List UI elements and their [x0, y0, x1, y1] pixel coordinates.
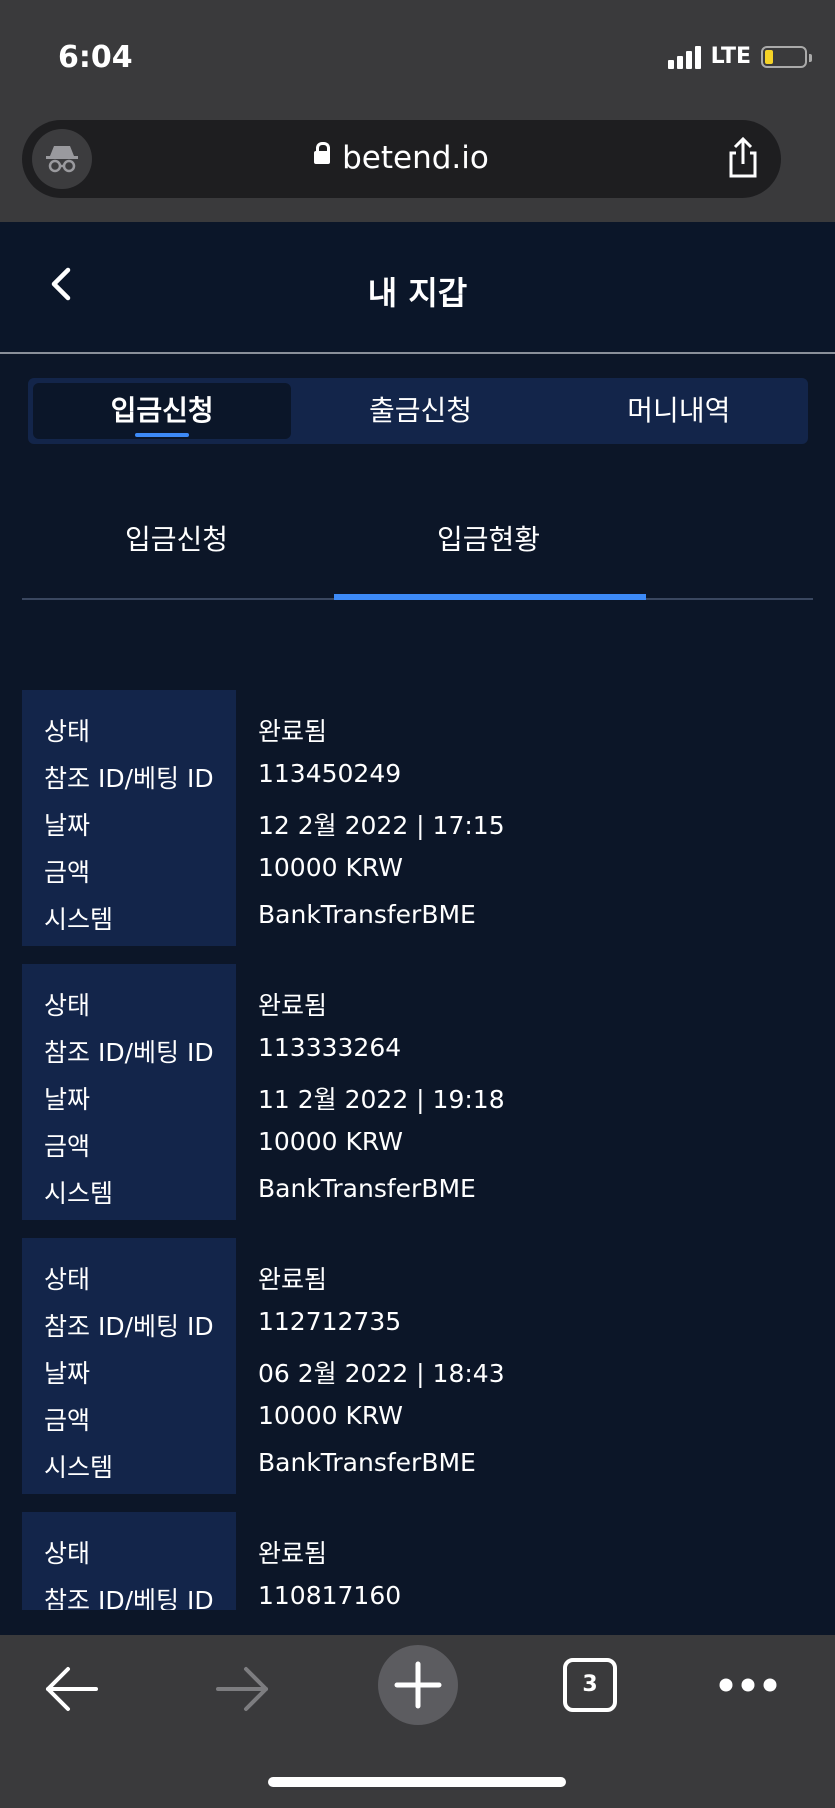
label-ref-id: 참조 ID/베팅 ID	[44, 1312, 214, 1341]
label-system: 시스템	[44, 1179, 114, 1208]
value-ref-id: 113450249	[258, 759, 402, 788]
label-system: 시스템	[44, 905, 114, 934]
value-system: BankTransferBME	[258, 1448, 476, 1477]
arrow-right-icon[interactable]	[214, 1661, 272, 1721]
value-amount: 10000 KRW	[258, 853, 403, 882]
value-ref-id: 113333264	[258, 1033, 402, 1062]
url-text: betend.io	[342, 140, 489, 176]
subtab-deposit-status[interactable]: 입금현황	[437, 518, 540, 558]
value-ref-id: 112712735	[258, 1307, 402, 1336]
label-date: 날짜	[44, 811, 91, 840]
value-date: 06 2월 2022 | 18:43	[258, 1359, 505, 1388]
subtab-deposit-request[interactable]: 입금신청	[125, 518, 228, 558]
share-icon[interactable]	[721, 136, 765, 180]
tab-withdraw-request[interactable]: 출금신청	[291, 378, 549, 444]
lock-icon	[314, 142, 331, 164]
tab-money-history[interactable]: 머니내역	[550, 378, 808, 444]
value-system: BankTransferBME	[258, 1174, 476, 1203]
label-status: 상태	[44, 991, 91, 1020]
battery-icon	[761, 45, 812, 68]
network-type: LTE	[710, 44, 751, 69]
value-amount: 10000 KRW	[258, 1401, 403, 1430]
value-system: BankTransferBME	[258, 900, 476, 929]
deposit-record: 상태 참조 ID/베팅 ID 날짜 금액 시스템 완료됨 112712735 0…	[22, 1238, 813, 1494]
plus-icon[interactable]	[377, 1644, 459, 1730]
label-amount: 금액	[44, 1132, 91, 1161]
address-bar[interactable]: betend.io	[22, 120, 781, 198]
browser-toolbar: 3	[0, 1635, 835, 1808]
label-status: 상태	[44, 717, 91, 746]
label-ref-id: 참조 ID/베팅 ID	[44, 764, 214, 793]
value-status: 완료됨	[258, 991, 328, 1020]
deposit-records-list: 상태 참조 ID/베팅 ID 날짜 금액 시스템 완료됨 113450249 1…	[0, 600, 835, 1610]
value-date: 12 2월 2022 | 17:15	[258, 811, 505, 840]
label-status: 상태	[44, 1539, 91, 1568]
label-status: 상태	[44, 1265, 91, 1294]
status-time: 6:04	[58, 40, 133, 75]
label-date: 날짜	[44, 1085, 91, 1114]
signal-icon	[667, 45, 701, 69]
label-system: 시스템	[44, 1453, 114, 1482]
deposit-record: 상태 참조 ID/베팅 ID 날짜 금액 시스템 완료됨 113333264 1…	[22, 964, 813, 1220]
label-date: 날짜	[44, 1359, 91, 1388]
main-tabs: 입금신청 출금신청 머니내역	[28, 378, 808, 444]
label-ref-id: 참조 ID/베팅 ID	[44, 1038, 214, 1067]
label-amount: 금액	[44, 858, 91, 887]
tabs-icon[interactable]: 3	[563, 1658, 617, 1712]
value-ref-id: 110817160	[258, 1581, 402, 1610]
page-header: 내 지갑	[0, 222, 835, 354]
label-ref-id: 참조 ID/베팅 ID	[44, 1586, 214, 1610]
arrow-left-icon[interactable]	[42, 1661, 100, 1721]
value-status: 완료됨	[258, 1539, 328, 1568]
home-indicator	[268, 1777, 566, 1787]
deposit-record: 상태 참조 ID/베팅 ID 날짜 금액 시스템 완료됨 113450249 1…	[22, 690, 813, 946]
value-status: 완료됨	[258, 717, 328, 746]
sub-tabs: 입금신청 입금현황	[22, 490, 813, 600]
url-display[interactable]: betend.io	[22, 140, 781, 176]
more-icon[interactable]	[717, 1675, 779, 1699]
browser-top-bar: 6:04 LTE betend.io	[0, 0, 835, 222]
label-amount: 금액	[44, 1406, 91, 1435]
value-date: 11 2월 2022 | 19:18	[258, 1085, 505, 1114]
status-indicators: LTE	[667, 44, 812, 69]
page-title: 내 지갑	[367, 274, 468, 312]
deposit-record: 상태 참조 ID/베팅 ID 완료됨 110817160	[22, 1512, 813, 1610]
value-amount: 10000 KRW	[258, 1127, 403, 1156]
value-status: 완료됨	[258, 1265, 328, 1294]
tab-deposit-request[interactable]: 입금신청	[33, 383, 292, 439]
